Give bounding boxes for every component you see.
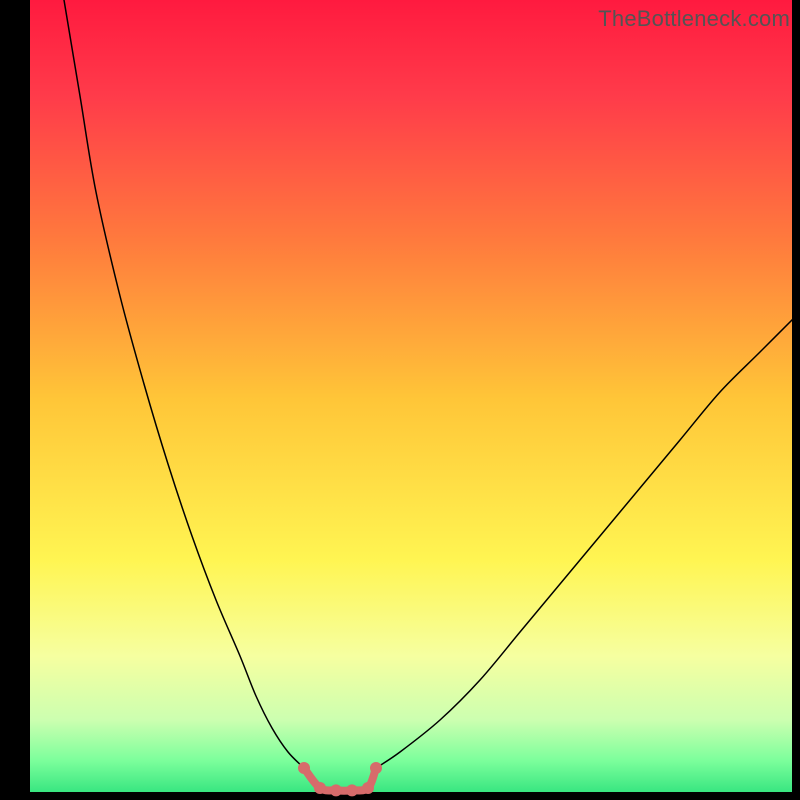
series-marker: [314, 782, 326, 794]
watermark-text: TheBottleneck.com: [598, 6, 790, 32]
series-marker: [298, 762, 310, 774]
chart-background: [0, 0, 800, 800]
series-marker: [362, 782, 374, 794]
chart-container: TheBottleneck.com: [0, 0, 800, 800]
bottleneck-chart: [0, 0, 800, 800]
series-marker: [330, 784, 342, 796]
series-marker: [370, 762, 382, 774]
series-marker: [346, 784, 358, 796]
